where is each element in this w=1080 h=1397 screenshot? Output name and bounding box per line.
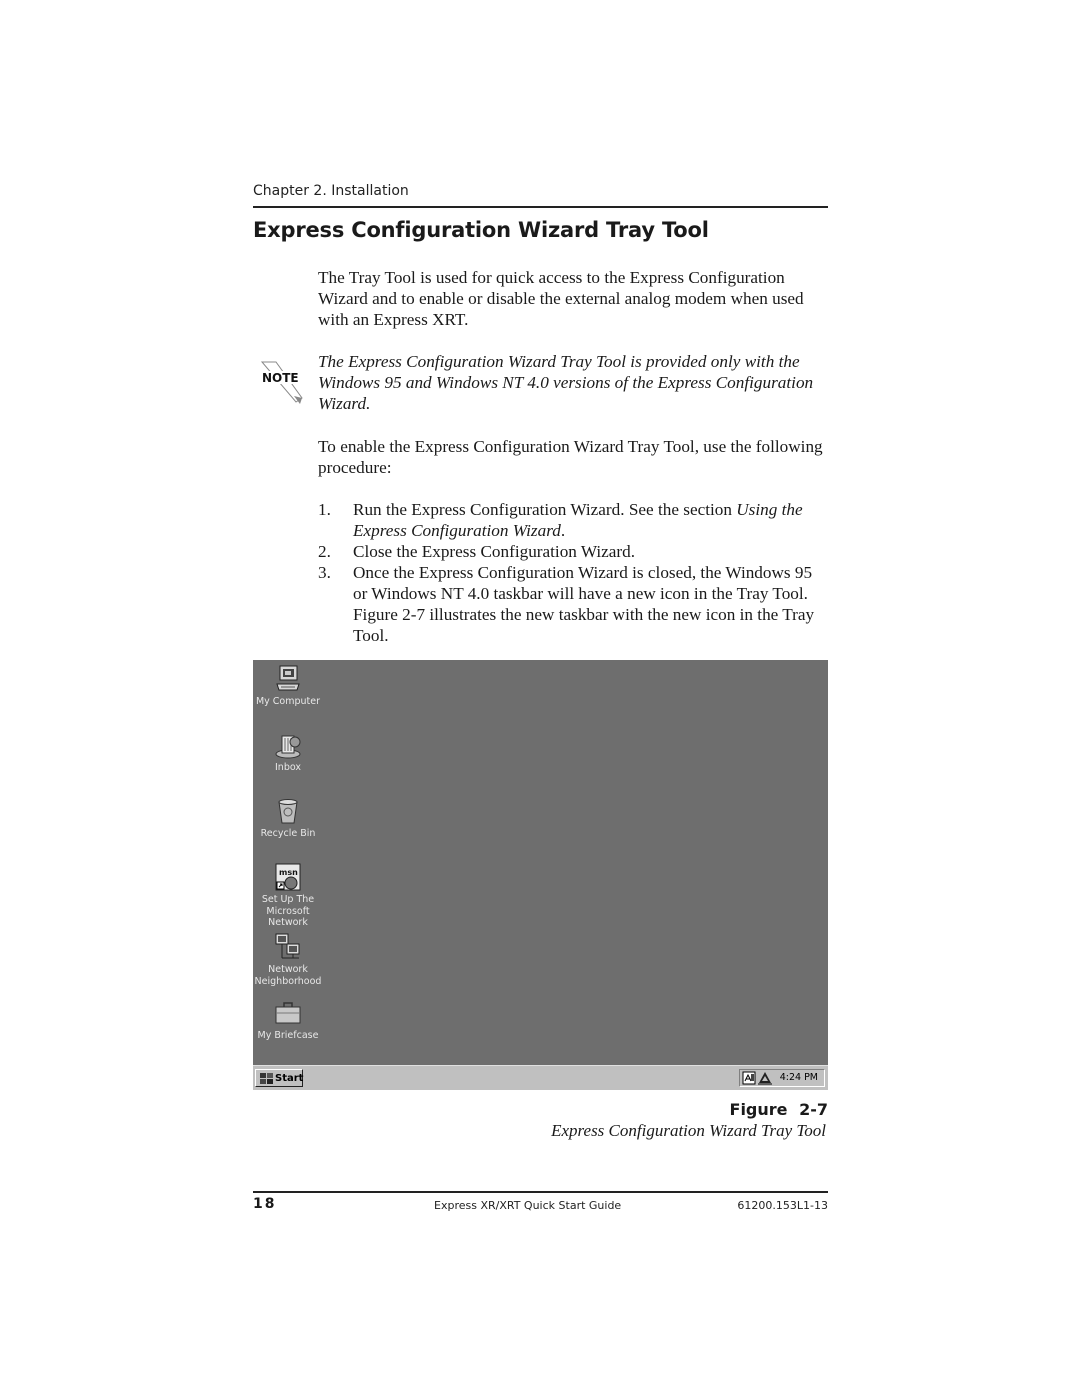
- note-label: NOTE: [262, 371, 299, 385]
- footer-divider: [253, 1191, 828, 1193]
- recycle-bin-icon: [278, 799, 298, 824]
- svg-text:msn: msn: [279, 868, 298, 877]
- note-icon: NOTE: [258, 358, 306, 406]
- note-text: The Express Configuration Wizard Tray To…: [318, 352, 814, 413]
- section-title: Express Configuration Wizard Tray Tool: [253, 218, 709, 242]
- figure-caption: Express Configuration Wizard Tray Tool: [551, 1121, 826, 1140]
- inbox-icon: [275, 735, 301, 759]
- network-icon: [275, 933, 300, 959]
- desktop-icon-recycle-bin[interactable]: Recycle Bin: [253, 796, 323, 840]
- step-text: Close the Express Configuration Wizard.: [353, 542, 636, 561]
- procedure-steps: 1. Run the Express Configuration Wizard.…: [318, 499, 828, 646]
- step-item: 2. Close the Express Configuration Wizar…: [318, 541, 828, 562]
- system-tray: 4:24 PM: [739, 1069, 825, 1087]
- taskbar: Start 4:24 PM: [253, 1065, 828, 1090]
- taskbar-clock[interactable]: 4:24 PM: [780, 1070, 818, 1086]
- step-suffix: .: [560, 521, 566, 540]
- modem-tray-icon[interactable]: [757, 1071, 773, 1085]
- step-text: Once the Express Configuration Wizard is…: [353, 563, 815, 645]
- desktop-icon-label: Inbox: [275, 762, 301, 773]
- footer-title: Express XR/XRT Quick Start Guide: [434, 1199, 622, 1212]
- msn-icon: msn: [275, 863, 301, 891]
- chapter-header: Chapter 2. Installation: [253, 183, 409, 199]
- step-number: 3.: [318, 563, 331, 582]
- start-button[interactable]: Start: [255, 1069, 303, 1087]
- wizard-tray-icon[interactable]: [742, 1071, 756, 1085]
- desktop-icon-label: Set Up The Microsoft Network: [261, 894, 315, 928]
- start-label: Start: [275, 1073, 304, 1084]
- desktop-screenshot: My Computer Inbox Recycle Bin msn Set Up: [253, 660, 828, 1090]
- step-text: Run the Express Configuration Wizard. Se…: [353, 500, 737, 519]
- page-number: 18: [253, 1196, 277, 1212]
- intro-paragraph: The Tray Tool is used for quick access t…: [318, 268, 804, 329]
- desktop-icon-msn[interactable]: msn Set Up The Microsoft Network: [253, 862, 323, 929]
- step-number: 1.: [318, 500, 331, 519]
- windows-logo-icon: [260, 1073, 273, 1084]
- desktop-icon-inbox[interactable]: Inbox: [253, 730, 323, 774]
- step-number: 2.: [318, 542, 331, 561]
- desktop-icon-label: My Briefcase: [257, 1030, 319, 1041]
- header-divider: [253, 206, 828, 208]
- document-number: 61200.153L1-13: [737, 1199, 828, 1212]
- desktop-icon-label: Network Neighborhood: [254, 964, 322, 987]
- briefcase-icon: [275, 1002, 301, 1024]
- desktop-icon-network-neighborhood[interactable]: Network Neighborhood: [253, 932, 323, 987]
- desktop-icon-my-computer[interactable]: My Computer: [253, 664, 323, 708]
- desktop-icon-label: Recycle Bin: [260, 828, 316, 839]
- desktop-icon-label: My Computer: [255, 696, 321, 707]
- computer-icon: [276, 665, 300, 691]
- desktop-icon-my-briefcase[interactable]: My Briefcase: [253, 998, 323, 1042]
- figure-label: Figure 2-7: [729, 1100, 828, 1119]
- procedure-intro: To enable the Express Configuration Wiza…: [318, 437, 823, 477]
- step-item: 1. Run the Express Configuration Wizard.…: [318, 499, 828, 541]
- step-item: 3. Once the Express Configuration Wizard…: [318, 562, 828, 646]
